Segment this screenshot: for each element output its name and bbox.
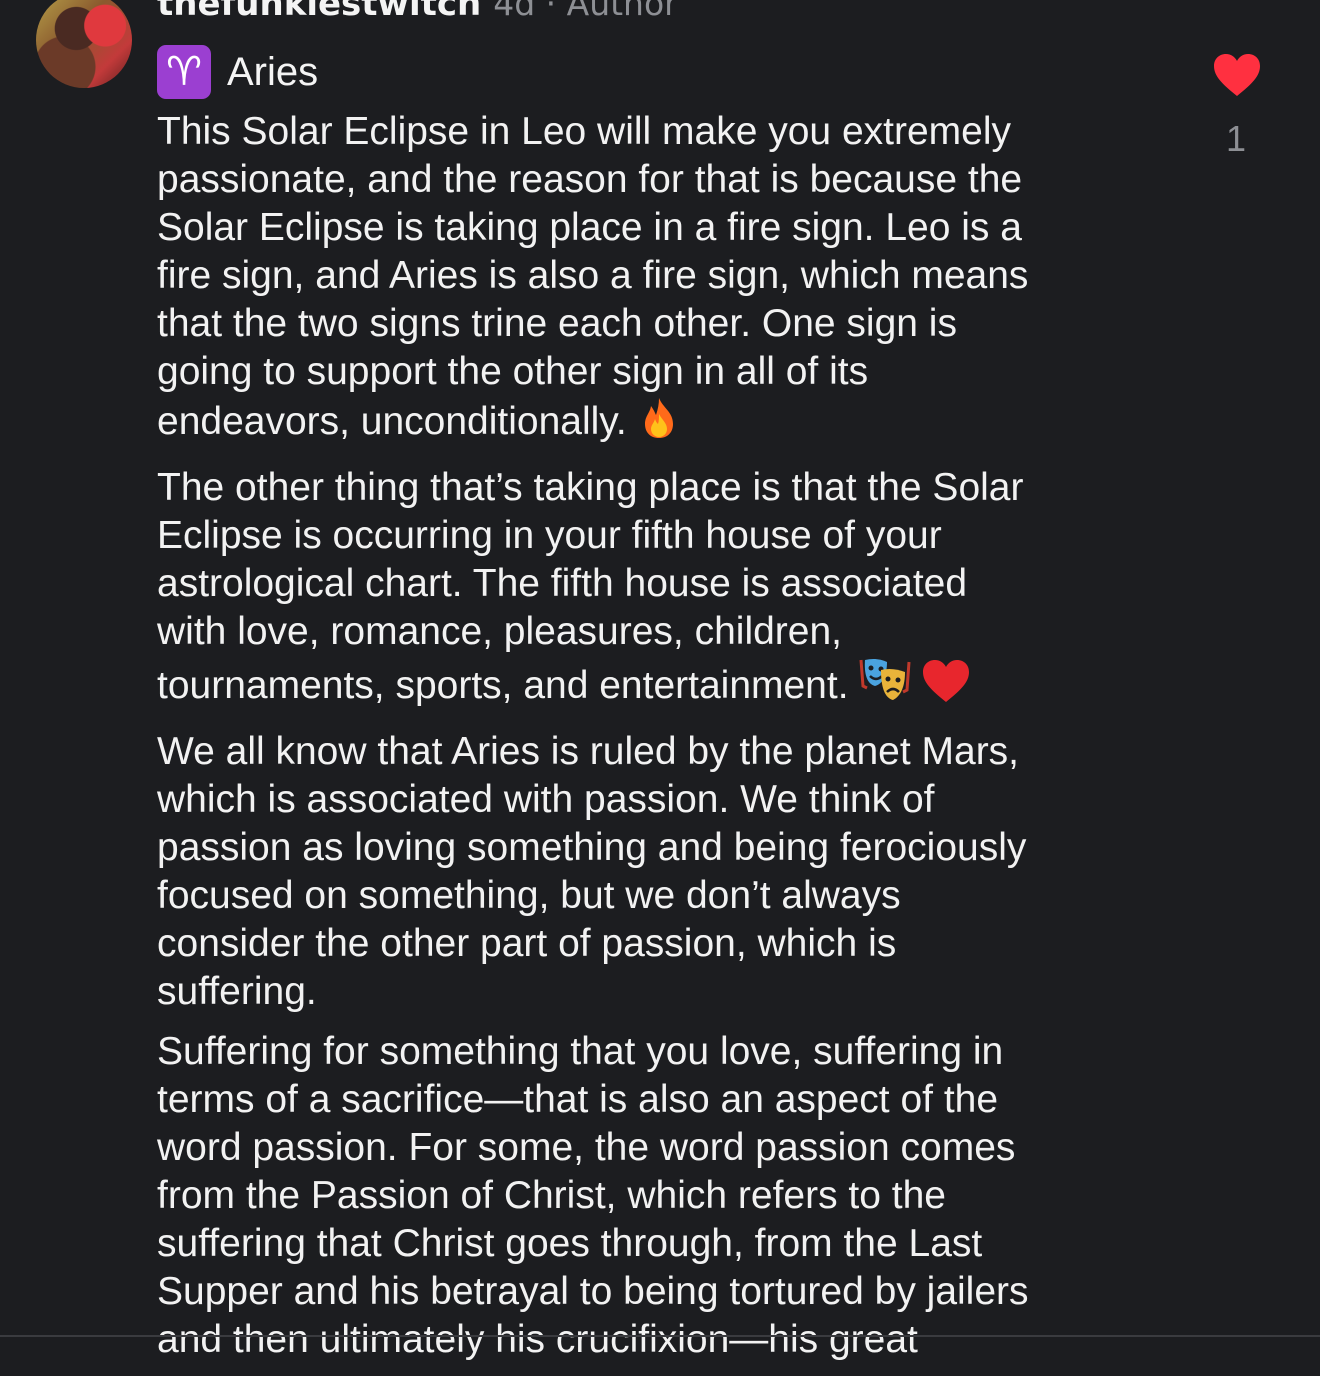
like-count: 1	[1225, 118, 1247, 159]
red-heart-icon	[921, 658, 971, 716]
sign-name: Aries	[227, 49, 319, 94]
comment-header: thefunkiestwitch 4d · Author	[157, 0, 678, 32]
paragraph-text: Suffering for something that you love, s…	[157, 1030, 1029, 1361]
fire-icon	[637, 396, 681, 452]
comment-paragraph: We all know that Aries is ruled by the p…	[157, 728, 1157, 1016]
comment-meta: 4d · Author	[493, 0, 678, 23]
paragraph-text: This Solar Eclipse in Leo will make you …	[157, 110, 1029, 443]
performing-arts-icon	[859, 656, 911, 716]
divider	[0, 1335, 1320, 1337]
comment-paragraph: Suffering for something that you love, s…	[157, 1028, 1157, 1364]
comment-body: This Solar Eclipse in Leo will make you …	[157, 108, 1157, 1376]
paragraph-text: We all know that Aries is ruled by the p…	[157, 730, 1027, 1013]
aries-icon: ♈	[157, 45, 211, 99]
sign-heading: ♈ Aries	[157, 45, 319, 99]
avatar[interactable]	[36, 0, 132, 88]
username[interactable]: thefunkiestwitch	[157, 0, 481, 24]
comment-paragraph: This Solar Eclipse in Leo will make you …	[157, 108, 1157, 452]
heart-icon[interactable]	[1212, 52, 1262, 98]
comment-paragraph: The other thing that’s taking place is t…	[157, 464, 1157, 716]
